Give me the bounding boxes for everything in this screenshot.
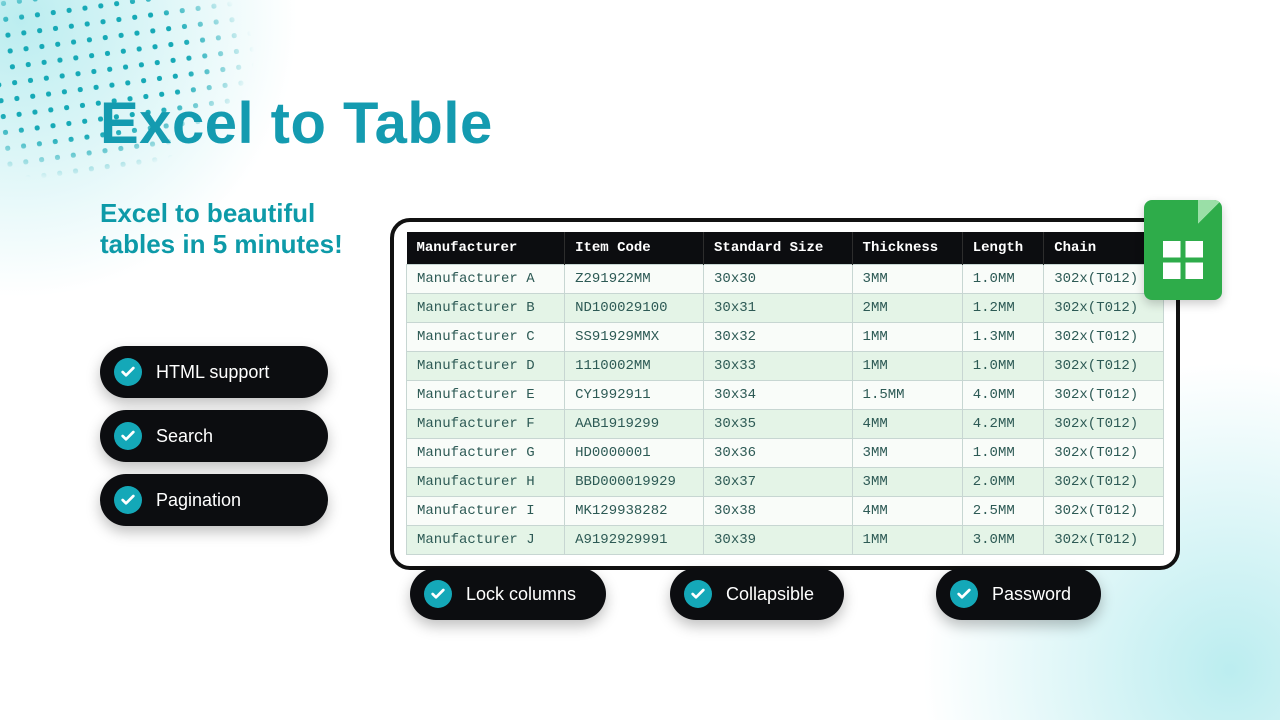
table-row: Manufacturer JA919292999130x391MM3.0MM30… — [407, 526, 1164, 555]
table-cell: 4.2MM — [962, 410, 1043, 439]
table-cell: 30x39 — [704, 526, 853, 555]
feature-label: Lock columns — [466, 584, 576, 605]
table-cell: Manufacturer A — [407, 265, 565, 294]
table-cell: 3.0MM — [962, 526, 1043, 555]
table-cell: 1.0MM — [962, 265, 1043, 294]
table-cell: 30x37 — [704, 468, 853, 497]
table-cell: Manufacturer D — [407, 352, 565, 381]
table-cell: 4.0MM — [962, 381, 1043, 410]
table-cell: 3MM — [852, 265, 962, 294]
table-row: Manufacturer BND10002910030x312MM1.2MM30… — [407, 294, 1164, 323]
table-cell: Manufacturer I — [407, 497, 565, 526]
table-cell: 30x31 — [704, 294, 853, 323]
table-cell: 1.0MM — [962, 439, 1043, 468]
table-cell: Manufacturer H — [407, 468, 565, 497]
table-cell: ND100029100 — [565, 294, 704, 323]
feature-label: Collapsible — [726, 584, 814, 605]
table-cell: 30x35 — [704, 410, 853, 439]
table-cell: 30x30 — [704, 265, 853, 294]
feature-pill-pagination: Pagination — [100, 474, 328, 526]
table-cell: SS91929MMX — [565, 323, 704, 352]
table-cell: 30x36 — [704, 439, 853, 468]
table-cell: 1110002MM — [565, 352, 704, 381]
feature-pill-html: HTML support — [100, 346, 328, 398]
feature-label: Search — [156, 426, 213, 447]
table-cell: 1.3MM — [962, 323, 1043, 352]
table-cell: 302x(T012) — [1044, 381, 1164, 410]
table-cell: 4MM — [852, 497, 962, 526]
col-header: Thickness — [852, 232, 962, 265]
table-cell: Manufacturer E — [407, 381, 565, 410]
table-cell: 2.0MM — [962, 468, 1043, 497]
table-frame: Manufacturer Item Code Standard Size Thi… — [390, 218, 1180, 570]
table-row: Manufacturer FAAB191929930x354MM4.2MM302… — [407, 410, 1164, 439]
table-cell: Manufacturer G — [407, 439, 565, 468]
check-icon — [684, 580, 712, 608]
table-cell: 3MM — [852, 439, 962, 468]
table-cell: 30x32 — [704, 323, 853, 352]
table-cell: 302x(T012) — [1044, 439, 1164, 468]
table-row: Manufacturer D1110002MM30x331MM1.0MM302x… — [407, 352, 1164, 381]
table-cell: 2.5MM — [962, 497, 1043, 526]
table-cell: 302x(T012) — [1044, 497, 1164, 526]
table-cell: 302x(T012) — [1044, 323, 1164, 352]
table-cell: 1.5MM — [852, 381, 962, 410]
table-cell: 1.2MM — [962, 294, 1043, 323]
feature-label: Password — [992, 584, 1071, 605]
col-header: Length — [962, 232, 1043, 265]
data-table: Manufacturer Item Code Standard Size Thi… — [406, 232, 1164, 555]
check-icon — [114, 358, 142, 386]
feature-label: Pagination — [156, 490, 241, 511]
table-body: Manufacturer AZ291922MM30x303MM1.0MM302x… — [407, 265, 1164, 555]
table-cell: 1.0MM — [962, 352, 1043, 381]
table-cell: Manufacturer C — [407, 323, 565, 352]
check-icon — [424, 580, 452, 608]
table-row: Manufacturer AZ291922MM30x303MM1.0MM302x… — [407, 265, 1164, 294]
table-cell: MK129938282 — [565, 497, 704, 526]
table-cell: 1MM — [852, 352, 962, 381]
table-cell: 3MM — [852, 468, 962, 497]
table-cell: 30x33 — [704, 352, 853, 381]
table-cell: 302x(T012) — [1044, 352, 1164, 381]
page-subtitle: Excel to beautiful tables in 5 minutes! — [100, 198, 360, 260]
table-cell: BBD000019929 — [565, 468, 704, 497]
table-row: Manufacturer CSS91929MMX30x321MM1.3MM302… — [407, 323, 1164, 352]
col-header: Standard Size — [704, 232, 853, 265]
table-cell: 302x(T012) — [1044, 410, 1164, 439]
table-cell: 302x(T012) — [1044, 526, 1164, 555]
table-cell: 4MM — [852, 410, 962, 439]
table-cell: Z291922MM — [565, 265, 704, 294]
table-row: Manufacturer GHD000000130x363MM1.0MM302x… — [407, 439, 1164, 468]
table-cell: 30x38 — [704, 497, 853, 526]
table-cell: 302x(T012) — [1044, 468, 1164, 497]
table-cell: Manufacturer F — [407, 410, 565, 439]
feature-label: HTML support — [156, 362, 269, 383]
check-icon — [114, 486, 142, 514]
feature-pill-collapsible: Collapsible — [670, 568, 844, 620]
table-cell: A9192929991 — [565, 526, 704, 555]
spreadsheet-icon — [1144, 200, 1222, 300]
table-cell: Manufacturer B — [407, 294, 565, 323]
feature-pill-search: Search — [100, 410, 328, 462]
table-cell: 2MM — [852, 294, 962, 323]
check-icon — [950, 580, 978, 608]
table-row: Manufacturer HBBD00001992930x373MM2.0MM3… — [407, 468, 1164, 497]
table-cell: CY1992911 — [565, 381, 704, 410]
table-cell: HD0000001 — [565, 439, 704, 468]
table-cell: 1MM — [852, 323, 962, 352]
feature-pill-lock-columns: Lock columns — [410, 568, 606, 620]
table-cell: 1MM — [852, 526, 962, 555]
table-row: Manufacturer IMK12993828230x384MM2.5MM30… — [407, 497, 1164, 526]
col-header: Manufacturer — [407, 232, 565, 265]
check-icon — [114, 422, 142, 450]
col-header: Item Code — [565, 232, 704, 265]
table-cell: AAB1919299 — [565, 410, 704, 439]
table-cell: 30x34 — [704, 381, 853, 410]
table-cell: Manufacturer J — [407, 526, 565, 555]
feature-pill-password: Password — [936, 568, 1101, 620]
page-title: Excel to Table — [100, 90, 493, 157]
table-row: Manufacturer ECY199291130x341.5MM4.0MM30… — [407, 381, 1164, 410]
table-cell: 302x(T012) — [1044, 294, 1164, 323]
table-head: Manufacturer Item Code Standard Size Thi… — [407, 232, 1164, 265]
